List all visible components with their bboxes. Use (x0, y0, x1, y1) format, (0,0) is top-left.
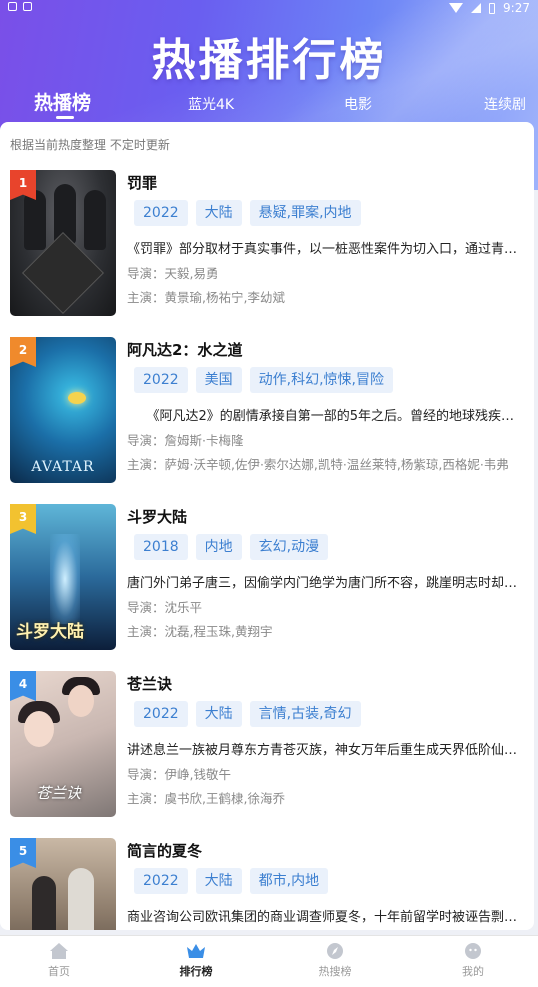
movie-title[interactable]: 简言的夏冬 (127, 840, 202, 861)
region-tag: 大陆 (195, 701, 242, 727)
genre-tag: 玄幻,动漫 (249, 534, 329, 560)
movie-cast: 主演：黄景瑜,杨祐宁,李幼斌 (127, 290, 285, 305)
list-subtitle: 根据当前热度整理 不定时更新 (10, 138, 170, 152)
movie-title[interactable]: 斗罗大陆 (127, 506, 187, 527)
region-tag: 大陆 (195, 868, 242, 894)
region-tag: 美国 (195, 367, 242, 393)
movie-director: 导演：沈乐平 (127, 600, 203, 615)
movie-description: 商业咨询公司欧讯集团的商业调查师夏冬，十年前留学时被诬告剽窃…… (127, 910, 525, 925)
region-tag: 内地 (195, 534, 242, 560)
movie-title[interactable]: 阿凡达2：水之道 (127, 339, 242, 360)
movie-director: 导演：天毅,易勇 (127, 266, 219, 281)
nav-ranking[interactable]: 排行榜 (166, 942, 226, 979)
tag-list: 2022 美国 动作,科幻,惊悚,冒险 (134, 367, 393, 393)
poster-title-text: 斗罗大陆 (16, 622, 84, 642)
list-item[interactable]: 苍兰诀 4 苍兰诀 2022 大陆 言情,古装,奇幻 讲述息兰一族被月尊东方青苍… (0, 671, 534, 821)
poster-title-text: 苍兰诀 (36, 784, 82, 802)
tag-list: 2022 大陆 都市,内地 (134, 868, 329, 894)
app-notification-icon (23, 2, 32, 11)
list-item[interactable]: 1 罚罪 2022 大陆 悬疑,罪案,内地 《罚罪》部分取材于真实事件，以一桩恶… (0, 170, 534, 320)
nav-trending-search[interactable]: 热搜榜 (305, 942, 365, 979)
tab-hot[interactable]: 热播榜 (34, 88, 91, 115)
list-item[interactable]: 5 简言的夏冬 2022 大陆 都市,内地 商业咨询公司欧讯集团的商业调查师夏冬… (0, 838, 534, 930)
region-tag: 大陆 (195, 200, 242, 226)
tag-list: 2018 内地 玄幻,动漫 (134, 534, 329, 560)
bottom-navigation: 首页 排行榜 热搜榜 我的 (0, 935, 538, 987)
status-time: 9:27 (503, 1, 530, 15)
home-icon (50, 943, 68, 959)
movie-title[interactable]: 罚罪 (127, 172, 157, 193)
nav-trending-search-label: 热搜榜 (318, 965, 352, 978)
notification-icon (8, 2, 17, 11)
list-item[interactable]: 斗罗大陆 3 斗罗大陆 2018 内地 玄幻,动漫 唐门外门弟子唐三，因偷学内门… (0, 504, 534, 654)
year-tag: 2022 (134, 701, 188, 727)
genre-tag: 言情,古装,奇幻 (249, 701, 361, 727)
nav-ranking-label: 排行榜 (179, 965, 213, 978)
movie-cast: 主演：萨姆·沃辛顿,佐伊·索尔达娜,凯特·温丝莱特,杨紫琼,西格妮·韦弗 (127, 457, 509, 472)
status-bar: 9:27 (0, 0, 538, 16)
genre-tag: 动作,科幻,惊悚,冒险 (249, 367, 393, 393)
genre-tag: 都市,内地 (249, 868, 329, 894)
movie-description: 《阿凡达2》的剧情承接自第一部的5年之后。曾经的地球残疾军人杰克·萨利…… (153, 409, 525, 424)
movie-director: 导演：詹姆斯·卡梅隆 (127, 433, 244, 448)
year-tag: 2018 (134, 534, 188, 560)
battery-icon (489, 2, 496, 14)
tab-bluray-4k[interactable]: 蓝光4K (188, 94, 234, 114)
active-tab-indicator (56, 116, 74, 119)
movie-description: 《罚罪》部分取材于真实事件，以一桩恶性案件为切入口，通过青年刑警常征和嫌犯李青…… (127, 242, 525, 257)
year-tag: 2022 (134, 868, 188, 894)
nav-home[interactable]: 首页 (29, 942, 89, 979)
movie-cast: 主演：虞书欣,王鹤棣,徐海乔 (127, 791, 285, 806)
wifi-icon (449, 3, 464, 13)
compass-icon (327, 943, 343, 959)
movie-description: 唐门外门弟子唐三，因偷学内门绝学为唐门所不容，跳崖明志时却发现没有死…… (127, 576, 525, 591)
tab-movies[interactable]: 电影 (344, 94, 372, 114)
nav-home-label: 首页 (48, 965, 70, 978)
tag-list: 2022 大陆 言情,古装,奇幻 (134, 701, 361, 727)
category-tabs: 热播榜 蓝光4K 电影 连续剧 (0, 84, 538, 120)
movie-director: 导演：伊峥,钱敬午 (127, 767, 231, 782)
movie-cast: 主演：沈磊,程玉珠,黄翔宇 (127, 624, 273, 639)
nav-profile[interactable]: 我的 (443, 942, 503, 979)
year-tag: 2022 (134, 367, 188, 393)
page-title: 热播排行榜 (151, 35, 387, 86)
ranking-list[interactable]: 根据当前热度整理 不定时更新 1 罚罪 2022 大陆 悬疑,罪案,内地 《罚罪… (0, 122, 534, 930)
poster-title-text: AVATAR (31, 459, 95, 475)
profile-icon (465, 943, 481, 959)
signal-icon (471, 3, 482, 13)
genre-tag: 悬疑,罪案,内地 (249, 200, 361, 226)
tab-series[interactable]: 连续剧 (484, 94, 526, 114)
list-item[interactable]: AVATAR 2 阿凡达2：水之道 2022 美国 动作,科幻,惊悚,冒险 《阿… (0, 337, 534, 487)
nav-profile-label: 我的 (462, 965, 484, 978)
year-tag: 2022 (134, 200, 188, 226)
tag-list: 2022 大陆 悬疑,罪案,内地 (134, 200, 361, 226)
crown-icon (187, 944, 205, 958)
movie-title[interactable]: 苍兰诀 (127, 673, 172, 694)
movie-description: 讲述息兰一族被月尊东方青苍灭族，神女万年后重生成天界低阶仙女小兰花…… (127, 743, 525, 758)
